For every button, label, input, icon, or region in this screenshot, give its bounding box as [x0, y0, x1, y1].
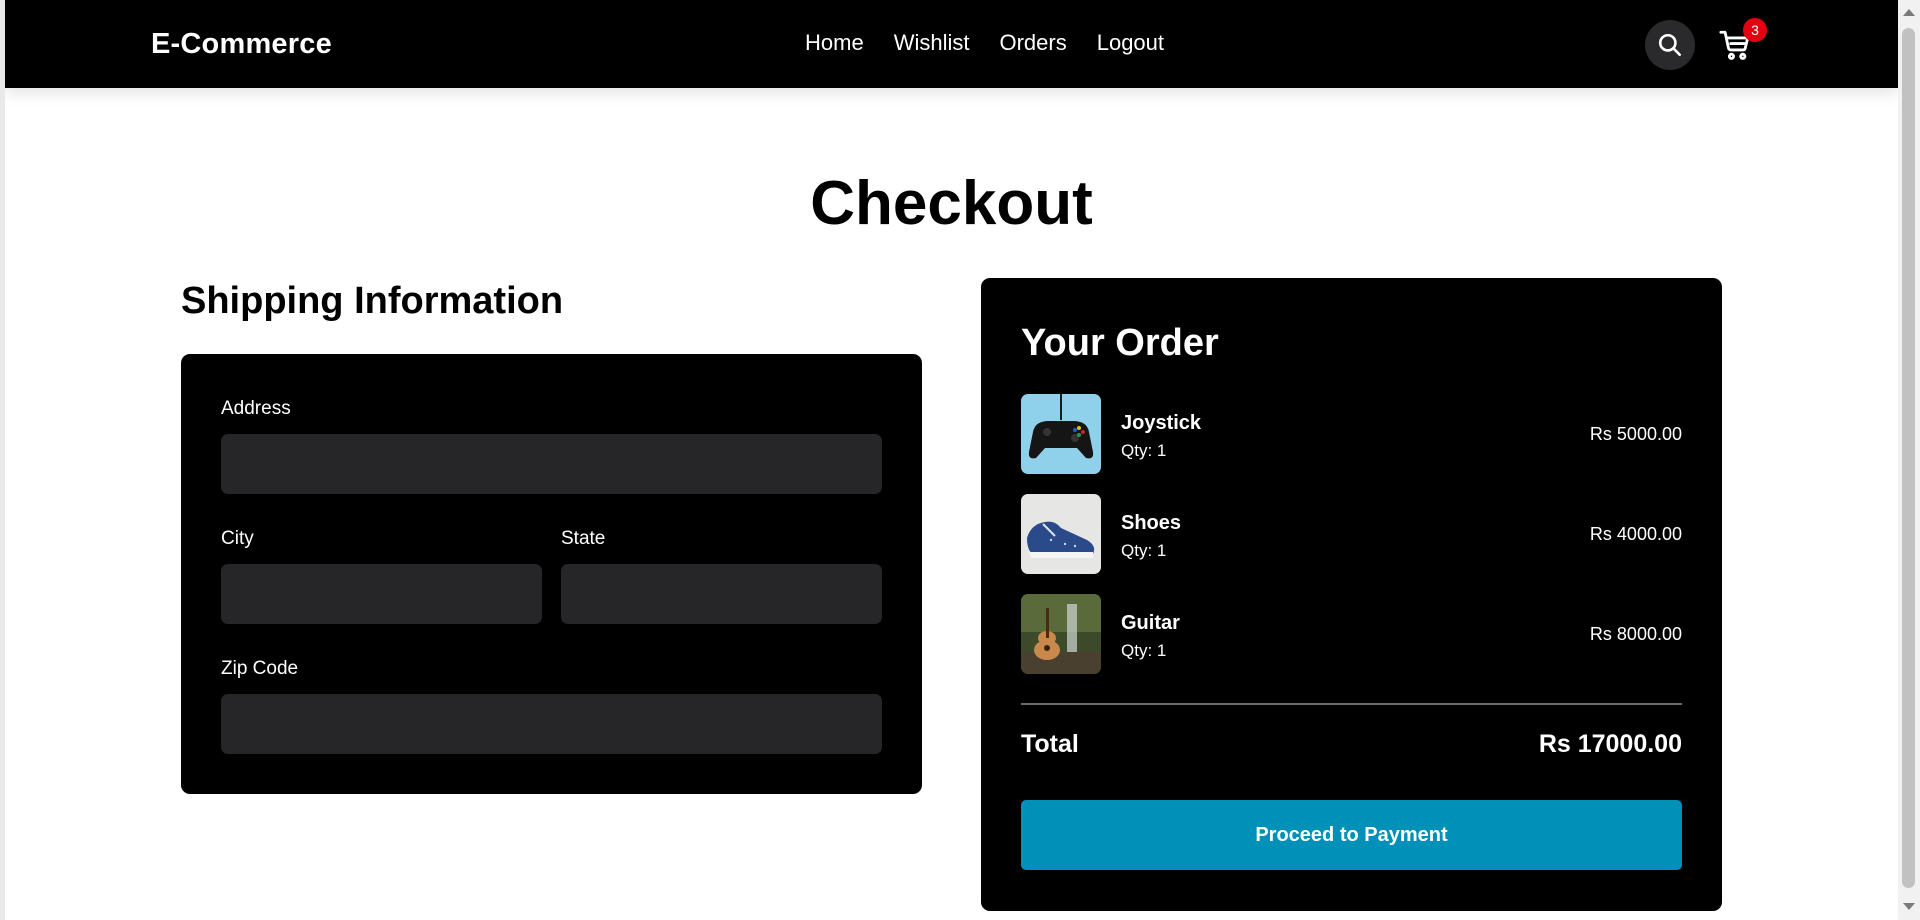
item-quantity: Qty: 1 [1121, 541, 1167, 560]
scroll-thumb[interactable] [1902, 28, 1915, 888]
total-label: Total [1021, 730, 1079, 758]
scroll-down-arrow-icon[interactable] [1903, 903, 1915, 910]
state-field[interactable] [561, 564, 882, 624]
item-quantity: Qty: 1 [1121, 641, 1167, 660]
search-button[interactable] [1645, 20, 1695, 70]
order-item: Shoes Qty: 1 Rs 4000.00 [1021, 494, 1682, 574]
shipping-form: Address City State Zip Code [181, 354, 922, 794]
cart-count-badge: 3 [1743, 18, 1767, 42]
page-scrollbar[interactable] [1898, 0, 1920, 920]
zip-code-field[interactable] [221, 694, 882, 754]
brand-logo[interactable]: E-Commerce [151, 28, 332, 61]
address-label: Address [221, 398, 291, 419]
page-viewport: E-Commerce Home Wishlist Orders Logout 3… [5, 0, 1898, 920]
item-price: Rs 8000.00 [1589, 624, 1682, 644]
order-item: Joystick Qty: 1 Rs 5000.00 [1021, 394, 1682, 474]
item-name: Joystick [1121, 412, 1202, 434]
city-label: City [221, 528, 254, 549]
total-value: Rs 17000.00 [1538, 730, 1682, 758]
order-summary: Your Order Joystick Qty: 1 Rs 5000.00 Sh… [981, 278, 1722, 911]
item-price: Rs 4000.00 [1589, 524, 1682, 544]
zip-code-label: Zip Code [221, 658, 299, 679]
main-nav: Home Wishlist Orders Logout [805, 30, 1164, 56]
nav-wishlist-link[interactable]: Wishlist [894, 30, 970, 56]
shipping-section-title: Shipping Information [181, 280, 564, 322]
proceed-to-payment-button[interactable]: Proceed to Payment [1021, 800, 1682, 870]
item-price: Rs 5000.00 [1589, 424, 1682, 444]
item-name: Guitar [1121, 612, 1180, 634]
nav-orders-link[interactable]: Orders [999, 30, 1066, 56]
order-item: Guitar Qty: 1 Rs 8000.00 [1021, 594, 1682, 674]
nav-home-link[interactable]: Home [805, 30, 864, 56]
item-quantity: Qty: 1 [1121, 441, 1167, 460]
search-icon [1658, 33, 1682, 57]
navbar: E-Commerce Home Wishlist Orders Logout 3 [5, 0, 1898, 88]
nav-logout-link[interactable]: Logout [1097, 30, 1164, 56]
order-divider [1021, 703, 1682, 705]
city-field[interactable] [221, 564, 542, 624]
scroll-up-arrow-icon[interactable] [1903, 9, 1915, 16]
guitar-image [1021, 594, 1101, 674]
state-label: State [561, 528, 606, 549]
item-name: Shoes [1121, 512, 1182, 534]
shoes-image [1021, 494, 1101, 574]
order-summary-title: Your Order [1021, 322, 1219, 364]
page-title: Checkout [810, 169, 1093, 238]
address-field[interactable] [221, 434, 882, 494]
joystick-image [1021, 394, 1101, 474]
